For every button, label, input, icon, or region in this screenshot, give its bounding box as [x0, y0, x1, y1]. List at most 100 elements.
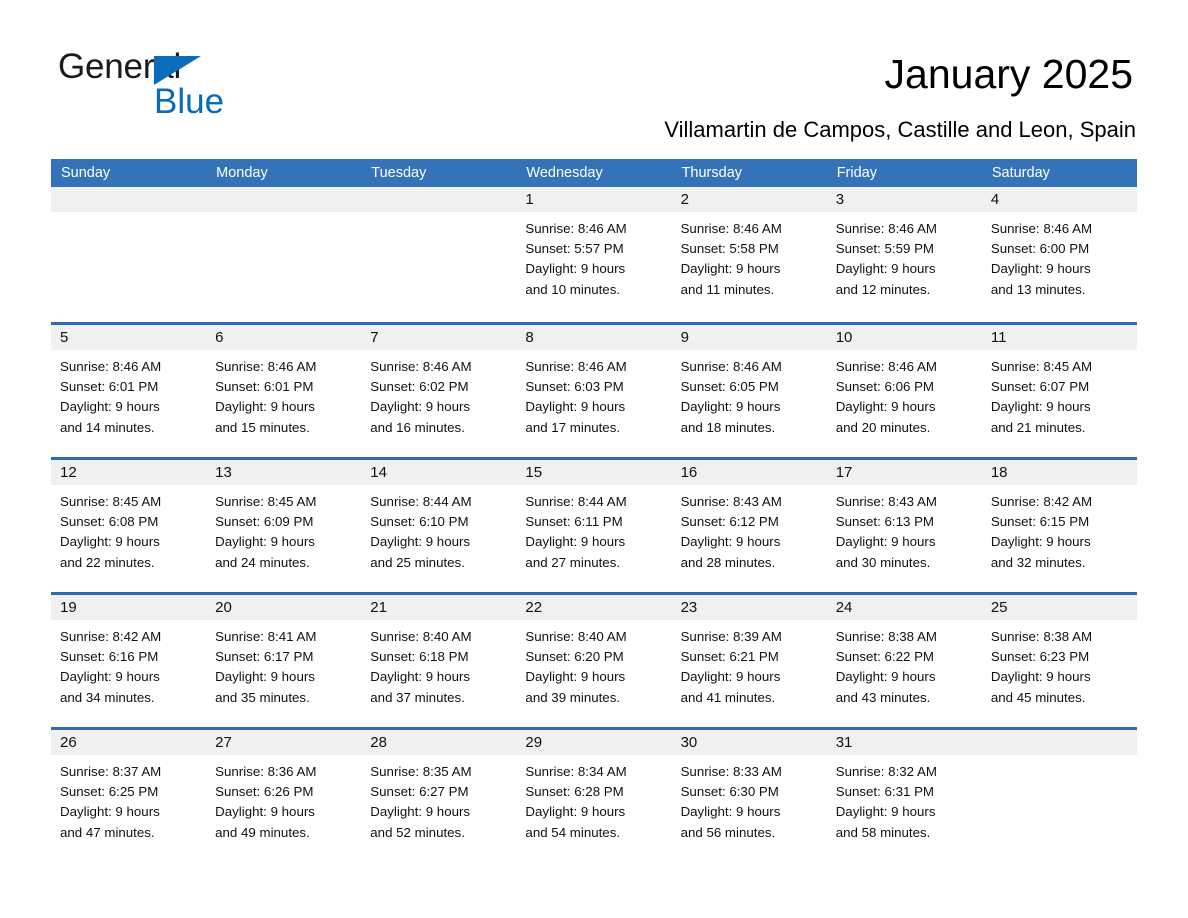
page-title: January 2025	[884, 51, 1133, 97]
day-daylight1-text: Daylight: 9 hours	[60, 669, 160, 685]
calendar-day-cell[interactable]: 19 Sunrise: 8:42 AM Sunset: 6:16 PM Dayligh…	[51, 595, 207, 727]
calendar-day-cell[interactable]: 8 Sunrise: 8:46 AM Sunset: 6:03 PM Daylight…	[516, 325, 672, 457]
calendar-day-cell[interactable]: 31 Sunrise: 8:32 AM Sunset: 6:31 PM Dayligh…	[826, 730, 982, 862]
day-sunrise-text: Sunrise: 8:45 AM	[60, 494, 162, 509]
day-sunrise-text: Sunrise: 8:46 AM	[835, 359, 937, 374]
day-sunrise-text: Sunrise: 8:46 AM	[215, 359, 317, 374]
day-daylight1-text: Daylight: 9 hours	[835, 261, 936, 277]
calendar-day-cell[interactable]: 20 Sunrise: 8:41 AM Sunset: 6:17 PM Dayligh…	[206, 595, 362, 727]
day-daylight2-text: and 14 minutes.	[60, 419, 155, 435]
day-sun-info: Sunrise: 8:46 AM Sunset: 5:59 PM Daylight:…	[827, 212, 982, 300]
calendar-day-cell[interactable]: 29 Sunrise: 8:34 AM Sunset: 6:28 PM Dayligh…	[516, 730, 672, 862]
calendar-day-cell[interactable]: 21 Sunrise: 8:40 AM Sunset: 6:18 PM Dayligh…	[361, 595, 517, 727]
calendar-day-cell[interactable]: 13 Sunrise: 8:45 AM Sunset: 6:09 PM Dayligh…	[206, 460, 362, 592]
day-number: 17	[826, 460, 982, 485]
calendar-page: General Blue January 2025 Villamartin de…	[0, 0, 1188, 918]
calendar-day-cell[interactable]: 30 Sunrise: 8:33 AM Sunset: 6:30 PM Dayligh…	[671, 730, 827, 862]
page-subtitle: Villamartin de Campos, Castille and Leon…	[664, 117, 1136, 142]
day-daylight2-text: and 18 minutes.	[680, 419, 776, 435]
day-sunrise-text: Sunrise: 8:46 AM	[990, 221, 1093, 236]
calendar-day-cell[interactable]: 26 Sunrise: 8:37 AM Sunset: 6:25 PM Dayligh…	[51, 730, 207, 862]
day-number: 28	[361, 730, 517, 755]
day-sunset-text: Sunset: 6:28 PM	[525, 784, 624, 800]
day-daylight2-text: and 28 minutes.	[680, 554, 776, 570]
day-sun-info: Sunrise: 8:35 AM Sunset: 6:27 PM Daylight:…	[361, 755, 516, 843]
calendar-day-cell[interactable]: 9 Sunrise: 8:46 AM Sunset: 6:05 PM Daylight…	[671, 325, 827, 457]
day-sunrise-text: Sunrise: 8:46 AM	[525, 359, 627, 374]
calendar-day-cell[interactable]: 14 Sunrise: 8:44 AM Sunset: 6:10 PM Dayligh…	[361, 460, 517, 592]
calendar-week-row: 19 Sunrise: 8:42 AM Sunset: 6:16 PM Dayligh…	[51, 592, 1137, 727]
day-number: 19	[51, 595, 207, 620]
calendar-day-cell[interactable]: 5 Sunrise: 8:46 AM Sunset: 6:01 PM Daylight…	[51, 325, 207, 457]
calendar-day-cell[interactable]: 2 Sunrise: 8:46 AM Sunset: 5:58 PM Daylight…	[671, 187, 827, 322]
day-number: 10	[826, 325, 982, 350]
day-sunrise-text: Sunrise: 8:35 AM	[370, 764, 472, 779]
day-sunrise-text: Sunrise: 8:43 AM	[835, 494, 937, 509]
day-sunrise-text: Sunrise: 8:44 AM	[370, 494, 472, 509]
calendar-day-cell[interactable]: 16 Sunrise: 8:43 AM Sunset: 6:12 PM Dayligh…	[671, 460, 827, 592]
day-number	[981, 730, 1137, 755]
calendar-grid: Sunday Monday Tuesday Wednesday Thursday Frid…	[51, 159, 1137, 862]
day-daylight1-text: Daylight: 9 hours	[835, 669, 936, 685]
calendar-day-cell[interactable]: 24 Sunrise: 8:38 AM Sunset: 6:22 PM Dayligh…	[826, 595, 982, 727]
day-sunset-text: Sunset: 6:27 PM	[370, 784, 469, 800]
logo-triangle-icon	[154, 56, 201, 85]
calendar-day-cell[interactable]: 12 Sunrise: 8:45 AM Sunset: 6:08 PM Dayligh…	[51, 460, 207, 592]
day-sunrise-text: Sunrise: 8:40 AM	[525, 629, 627, 644]
weekday-header-friday: Friday	[836, 165, 877, 181]
day-sun-info: Sunrise: 8:46 AM Sunset: 6:05 PM Daylight:…	[672, 350, 827, 438]
weekday-header-row: Sunday Monday Tuesday Wednesday Thursday Frid…	[51, 159, 1137, 187]
day-sunset-text: Sunset: 5:59 PM	[835, 241, 935, 257]
day-daylight2-text: and 11 minutes.	[680, 281, 775, 297]
day-sun-info: Sunrise: 8:46 AM Sunset: 6:01 PM Daylight:…	[206, 350, 361, 438]
weekday-header-wednesday: Wednesday	[526, 165, 603, 181]
day-number: 25	[981, 595, 1137, 620]
day-sunrise-text: Sunrise: 8:40 AM	[370, 629, 472, 644]
calendar-day-cell[interactable]: 28 Sunrise: 8:35 AM Sunset: 6:27 PM Dayligh…	[361, 730, 517, 862]
calendar-day-cell[interactable]: 22 Sunrise: 8:40 AM Sunset: 6:20 PM Dayligh…	[516, 595, 672, 727]
day-daylight2-text: and 17 minutes.	[525, 419, 621, 435]
calendar-day-cell[interactable]: 25 Sunrise: 8:38 AM Sunset: 6:23 PM Dayligh…	[981, 595, 1137, 727]
day-number: 16	[671, 460, 827, 485]
day-number: 30	[671, 730, 827, 755]
calendar-day-cell[interactable]: 6 Sunrise: 8:46 AM Sunset: 6:01 PM Daylight…	[206, 325, 362, 457]
calendar-day-cell[interactable]: 11 Sunrise: 8:45 AM Sunset: 6:07 PM Dayligh…	[981, 325, 1137, 457]
calendar-day-cell[interactable]: 1 Sunrise: 8:46 AM Sunset: 5:57 PM Daylight…	[516, 187, 672, 322]
calendar-day-cell[interactable]: 15 Sunrise: 8:44 AM Sunset: 6:11 PM Dayligh…	[516, 460, 672, 592]
day-daylight2-text: and 39 minutes.	[525, 689, 621, 705]
day-number: 15	[516, 460, 672, 485]
calendar-week-row: 5 Sunrise: 8:46 AM Sunset: 6:01 PM Daylight…	[51, 322, 1137, 457]
day-daylight2-text: and 10 minutes.	[525, 281, 621, 297]
day-daylight1-text: Daylight: 9 hours	[680, 669, 781, 685]
day-sunset-text: Sunset: 6:01 PM	[215, 379, 314, 395]
day-sun-info: Sunrise: 8:33 AM Sunset: 6:30 PM Daylight:…	[672, 755, 827, 843]
day-daylight1-text: Daylight: 9 hours	[525, 399, 626, 415]
day-sun-info: Sunrise: 8:46 AM Sunset: 6:00 PM Daylight:…	[982, 212, 1137, 300]
day-sunset-text: Sunset: 6:21 PM	[680, 649, 779, 665]
calendar-day-cell[interactable]: 18 Sunrise: 8:42 AM Sunset: 6:15 PM Dayligh…	[981, 460, 1137, 592]
day-daylight1-text: Daylight: 9 hours	[215, 399, 315, 415]
day-sunset-text: Sunset: 6:02 PM	[370, 379, 469, 395]
day-number: 22	[516, 595, 672, 620]
day-sun-info: Sunrise: 8:42 AM Sunset: 6:16 PM Daylight:…	[51, 620, 206, 708]
day-daylight2-text: and 27 minutes.	[525, 554, 621, 570]
day-sunset-text: Sunset: 6:10 PM	[370, 514, 469, 530]
day-daylight1-text: Daylight: 9 hours	[990, 261, 1091, 277]
day-daylight1-text: Daylight: 9 hours	[60, 399, 160, 415]
day-sun-info: Sunrise: 8:45 AM Sunset: 6:08 PM Daylight:…	[51, 485, 206, 573]
day-daylight1-text: Daylight: 9 hours	[525, 669, 626, 685]
calendar-day-cell[interactable]: 10 Sunrise: 8:46 AM Sunset: 6:06 PM Dayligh…	[826, 325, 982, 457]
day-sunrise-text: Sunrise: 8:46 AM	[680, 359, 782, 374]
calendar-day-cell[interactable]: 17 Sunrise: 8:43 AM Sunset: 6:13 PM Dayligh…	[826, 460, 982, 592]
day-daylight1-text: Daylight: 9 hours	[525, 804, 626, 820]
day-daylight2-text: and 16 minutes.	[370, 419, 465, 435]
day-daylight1-text: Daylight: 9 hours	[835, 804, 936, 820]
calendar-day-cell[interactable]: 3 Sunrise: 8:46 AM Sunset: 5:59 PM Daylight…	[826, 187, 982, 322]
day-sunset-text: Sunset: 6:03 PM	[525, 379, 624, 395]
calendar-day-cell[interactable]: 27 Sunrise: 8:36 AM Sunset: 6:26 PM Dayligh…	[206, 730, 362, 862]
day-daylight2-text: and 54 minutes.	[525, 824, 621, 840]
calendar-day-cell[interactable]: 7 Sunrise: 8:46 AM Sunset: 6:02 PM Daylight…	[361, 325, 517, 457]
day-daylight2-text: and 52 minutes.	[370, 824, 465, 840]
calendar-day-cell[interactable]: 4 Sunrise: 8:46 AM Sunset: 6:00 PM Daylight…	[981, 187, 1137, 322]
calendar-day-cell[interactable]: 23 Sunrise: 8:39 AM Sunset: 6:21 PM Dayligh…	[671, 595, 827, 727]
